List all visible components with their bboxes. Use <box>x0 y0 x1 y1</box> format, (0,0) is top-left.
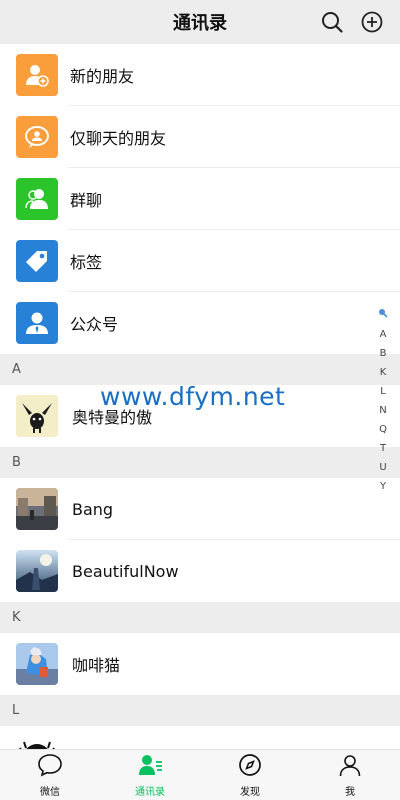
tab-me[interactable]: 我 <box>300 750 400 800</box>
section-header-a: A <box>0 354 400 385</box>
chat-only-icon <box>16 116 58 158</box>
tab-label: 微信 <box>40 786 60 798</box>
tag-icon <box>16 240 58 282</box>
contact-row[interactable]: Bang <box>0 478 400 540</box>
feature-label: 群聊 <box>70 191 103 210</box>
contacts-icon <box>137 753 163 781</box>
avatar <box>16 550 58 592</box>
section-header-l: L <box>0 695 400 726</box>
contact-name: BeautifulNow <box>72 561 179 581</box>
official-account-icon <box>16 302 58 344</box>
section-header-b: B <box>0 447 400 478</box>
tab-contacts[interactable]: 通讯录 <box>100 750 200 800</box>
tab-chats[interactable]: 微信 <box>0 750 100 800</box>
tags-entry[interactable]: 标签 <box>0 230 400 292</box>
index-letter[interactable]: T <box>380 439 386 458</box>
index-letter[interactable]: U <box>379 458 386 477</box>
avatar <box>16 395 58 437</box>
avatar <box>16 643 58 685</box>
avatar <box>16 736 58 750</box>
group-chats-entry[interactable]: 群聊 <box>0 168 400 230</box>
feature-label: 公众号 <box>70 315 119 334</box>
new-friend-icon <box>16 54 58 96</box>
add-circle-icon[interactable] <box>360 10 384 34</box>
alphabet-index[interactable]: A B K L N Q T U Y <box>376 306 390 496</box>
contact-row[interactable]: 咖啡猫 <box>0 633 400 695</box>
section-header-k: K <box>0 602 400 633</box>
index-letter[interactable]: Q <box>379 420 387 439</box>
index-letter[interactable]: Y <box>380 477 386 496</box>
index-letter[interactable]: A <box>380 325 387 344</box>
index-letter[interactable]: N <box>379 401 386 420</box>
index-letter[interactable]: L <box>380 382 386 401</box>
contact-name: Bang <box>72 499 114 519</box>
contact-row[interactable]: BeautifulNow <box>0 540 400 602</box>
compass-icon <box>238 753 262 781</box>
tab-label: 通讯录 <box>135 786 165 798</box>
contact-name: 咖啡猫 <box>72 656 121 675</box>
feature-label: 仅聊天的朋友 <box>70 129 167 148</box>
feature-label: 标签 <box>70 253 103 272</box>
search-icon[interactable] <box>320 10 344 34</box>
contact-row-partial[interactable] <box>0 726 400 750</box>
tab-label: 发现 <box>240 786 260 798</box>
index-search-icon[interactable] <box>378 306 388 325</box>
tab-label: 我 <box>345 786 355 798</box>
chat-bubble-icon <box>37 753 63 781</box>
avatar <box>16 488 58 530</box>
bottom-tab-bar: 微信 通讯录 发现 我 <box>0 749 400 800</box>
watermark-text: www.dfym.net <box>100 382 286 411</box>
official-accounts-entry[interactable]: 公众号 <box>0 292 400 354</box>
top-bar: 通讯录 <box>0 0 400 44</box>
index-letter[interactable]: B <box>380 344 387 363</box>
group-chat-icon <box>16 178 58 220</box>
chat-only-friends-entry[interactable]: 仅聊天的朋友 <box>0 106 400 168</box>
new-friends-entry[interactable]: 新的朋友 <box>0 44 400 106</box>
page-title: 通讯录 <box>173 13 227 34</box>
tab-discover[interactable]: 发现 <box>200 750 300 800</box>
index-letter[interactable]: K <box>380 363 387 382</box>
person-icon <box>338 753 362 781</box>
feature-label: 新的朋友 <box>70 67 135 86</box>
